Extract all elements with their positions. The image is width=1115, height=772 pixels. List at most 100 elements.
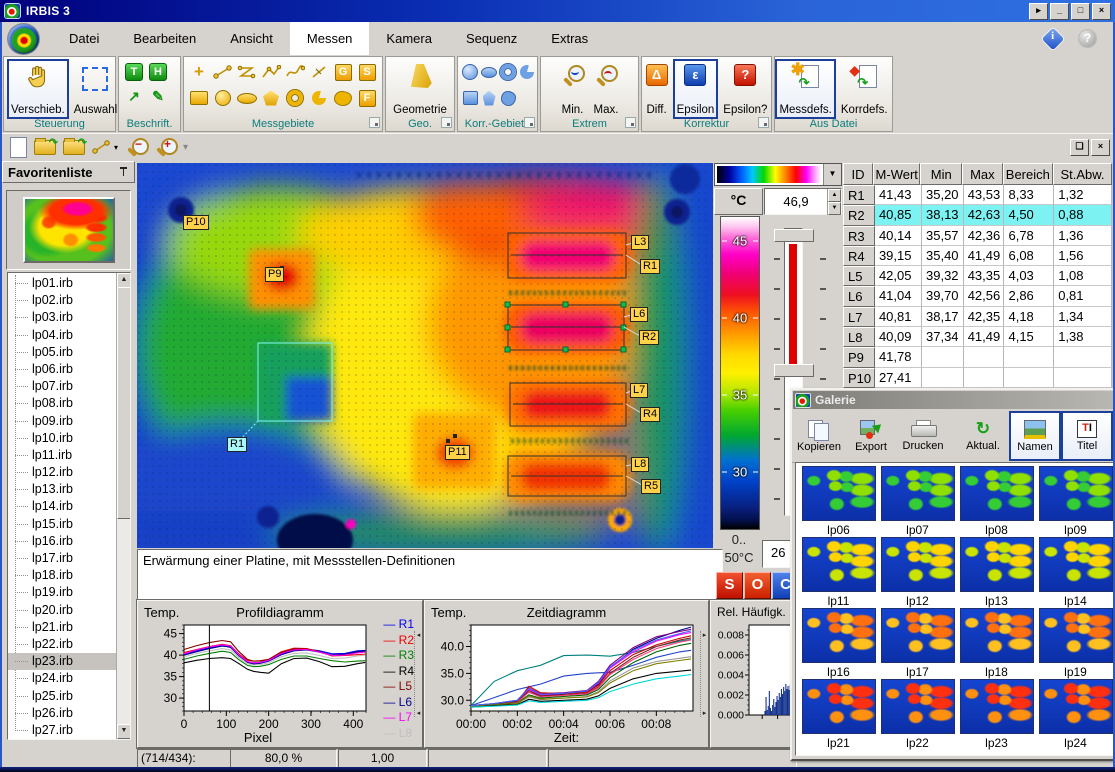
table-row-r1[interactable]: R141,4335,2043,538,331,32 [843,185,1112,205]
auswahl-button[interactable]: Auswahl [70,59,121,119]
menu-item-datei[interactable]: Datei [52,22,116,55]
favorites-item-lp09[interactable]: lp09.irb [8,413,116,430]
table-row-p10[interactable]: P1027,41 [843,368,1112,388]
table-row-r4[interactable]: R439,1535,4041,496,081,56 [843,246,1112,266]
gallery-item-lp09[interactable]: lp09 [1036,466,1114,537]
open-file-icon[interactable]: ↷ [34,140,56,155]
galerie-window[interactable]: Galerie Kopieren Export Drucken ↻ Aktual… [790,388,1115,761]
kopieren-button[interactable]: Kopieren [793,411,845,461]
korrektur-dialog-launcher[interactable] [758,117,769,128]
profile-chart[interactable]: 303540450100200300400 [138,617,378,745]
favorites-item-lp14[interactable]: lp14.irb [8,498,116,515]
gallery-thumbnail[interactable] [960,679,1034,734]
thermal-label-p11[interactable]: P11 [445,445,470,460]
table-header-bereich[interactable]: Bereich [1003,163,1053,185]
favorites-item-lp02[interactable]: lp02.irb [8,292,116,309]
gallery-thumbnail[interactable] [1039,679,1113,734]
gallery-item-lp12[interactable]: lp12 [878,537,957,608]
favorites-item-lp21[interactable]: lp21.irb [8,619,116,636]
polyline-icon[interactable] [261,65,281,79]
time-chart[interactable]: 30.035.040.000:0000:0200:0400:0600:08 [425,617,706,745]
table-header-max[interactable]: Max [962,163,1003,185]
zoom-out-icon[interactable]: − [125,137,147,157]
level-spinner[interactable]: ▲▼ [827,189,841,215]
table-row-r3[interactable]: R340,1435,5742,366,781,36 [843,226,1112,246]
gallery-item-lp14[interactable]: lp14 [1036,537,1114,608]
polygon-region-icon[interactable] [263,91,279,106]
table-header-min[interactable]: Min [920,163,962,185]
thermal-label-r2[interactable]: R2 [639,330,659,345]
s-button[interactable]: S [716,572,743,599]
table-row-r2[interactable]: R240,8538,1342,634,500,88 [843,205,1112,225]
menu-item-sequenz[interactable]: Sequenz [449,22,534,55]
gallery-thumbnail[interactable] [802,537,876,592]
table-row-l8[interactable]: L840,0937,3441,494,151,38 [843,327,1112,347]
thermal-label-l7[interactable]: L7 [630,383,648,398]
gallery-thumbnail[interactable] [881,679,955,734]
epsilon-button[interactable]: ε Epsilon [673,59,719,119]
gallery-item-lp22[interactable]: lp22 [878,679,957,750]
galerie-title-bar[interactable]: Galerie [793,391,1115,409]
app-logo-icon[interactable] [7,23,40,55]
gallery-item-lp24[interactable]: lp24 [1036,679,1114,750]
scroll-down-icon[interactable]: ▼ [117,724,131,739]
thermal-label-p10[interactable]: P10 [183,215,209,230]
info-icon[interactable] [1040,26,1065,51]
text-arrow-icon[interactable]: H [149,63,167,81]
favorites-item-lp15[interactable]: lp15.irb [8,516,116,533]
gallery-thumbnail[interactable] [1039,466,1113,521]
gallery-thumbnail[interactable] [960,608,1034,663]
line-measure-icon[interactable]: ▾ [92,140,118,154]
favorites-item-lp27[interactable]: lp27.irb [8,722,116,739]
gallery-thumbnail[interactable] [960,466,1034,521]
menu-item-bearbeiten[interactable]: Bearbeiten [116,22,213,55]
thermal-image-view[interactable]: P10P9P11L3R1L6R2L7R4L8R5R1 [137,163,713,548]
favorites-item-lp18[interactable]: lp18.irb [8,567,116,584]
gallery-thumbnail[interactable] [881,466,955,521]
close-button[interactable]: × [1092,3,1111,20]
favorites-item-lp17[interactable]: lp17.irb [8,550,116,567]
line-tool-icon[interactable] [213,65,233,79]
s-region-icon[interactable]: S [359,64,376,81]
gallery-item-lp11[interactable]: lp11 [799,537,878,608]
thermal-label-l6[interactable]: L6 [630,307,648,322]
extrem-dialog-launcher[interactable] [625,117,636,128]
gallery-item-lp16[interactable]: lp16 [799,608,878,679]
palette-dropdown-icon[interactable]: ▼ [823,164,841,185]
favorites-item-lp07[interactable]: lp07.irb [8,378,116,395]
titel-button[interactable]: TI Titel [1061,411,1113,461]
slider-handle-upper[interactable] [774,229,814,242]
min-button[interactable]: Min. [557,59,589,119]
favorites-item-lp13[interactable]: lp13.irb [8,481,116,498]
korrdefs-button[interactable]: ◆↷ Korrdefs. [837,59,892,119]
freeline-icon[interactable] [285,65,305,79]
o-button[interactable]: O [744,572,771,599]
zigzag-line-icon[interactable] [237,65,257,79]
export-button[interactable]: Export [845,411,897,461]
thermal-label-r5[interactable]: R5 [641,479,661,494]
table-header-id[interactable]: ID [843,163,873,185]
zoom-in-icon[interactable]: + [154,137,176,157]
f-region-icon[interactable]: F [359,90,376,107]
epsilon-question-button[interactable]: ? Epsilon? [719,59,771,119]
thermal-label-r1[interactable]: R1 [227,437,247,452]
polygon-corr-icon[interactable] [483,91,496,106]
favorites-preview-image[interactable] [23,197,115,263]
table-row-l5[interactable]: L542,0539,3243,354,031,08 [843,266,1112,286]
toolbar-overflow-icon[interactable]: ▾ [183,142,188,153]
level-high-input[interactable]: 46,9 ▲▼ [764,188,842,215]
gallery-thumbnail[interactable] [881,608,955,663]
geometrie-button[interactable]: Geometrie [389,59,451,119]
open-sequence-icon[interactable]: ↷ [63,140,85,155]
favorites-item-lp12[interactable]: lp12.irb [8,464,116,481]
gallery-item-lp18[interactable]: lp18 [957,608,1036,679]
ellipse-region-icon[interactable] [237,93,257,104]
favorites-item-lp24[interactable]: lp24.irb [8,670,116,687]
ring-region-icon[interactable] [287,90,303,106]
unit-button[interactable]: °C [714,188,763,215]
circle-region-icon[interactable] [215,90,231,106]
favorites-item-lp26[interactable]: lp26.irb [8,705,116,722]
rectangle-corr-icon[interactable] [463,91,478,105]
pen-icon[interactable]: ✎ [152,88,164,105]
slider-handle-lower[interactable] [774,364,814,377]
